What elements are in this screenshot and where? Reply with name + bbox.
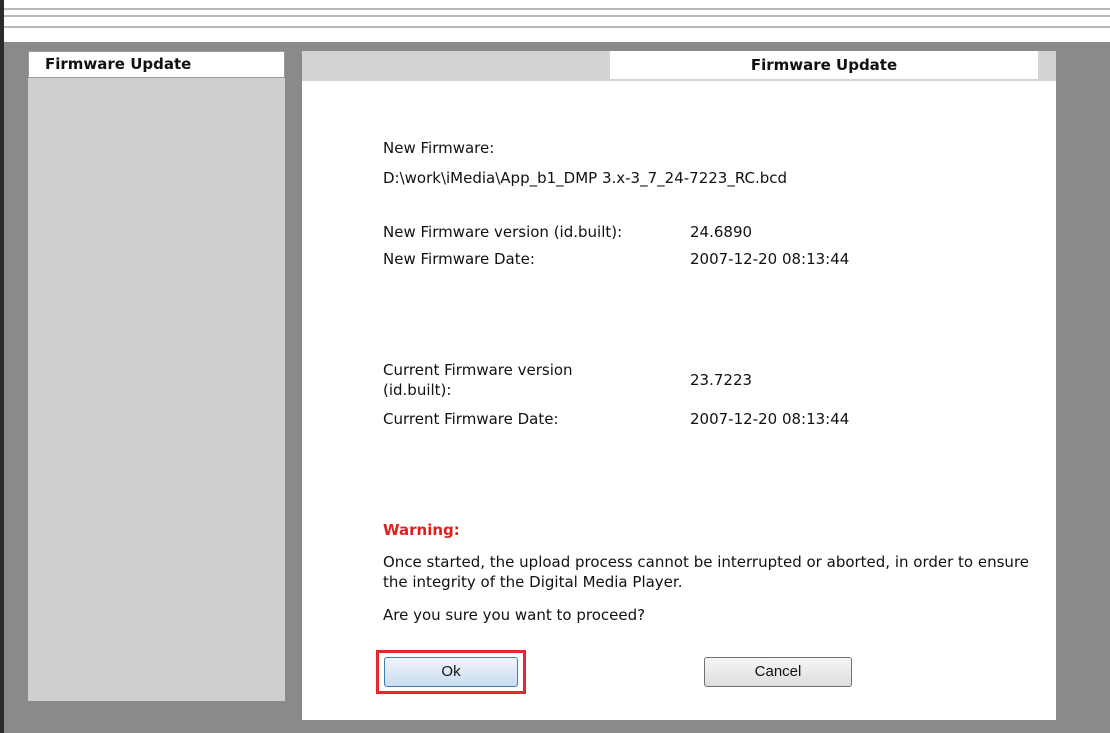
current-version-label: Current Firmware version [383,361,573,379]
warning-title: Warning: [383,521,460,539]
top-divider [4,15,1110,17]
new-version-value: 24.6890 [690,223,753,241]
new-version-label: New Firmware version (id.built): [383,223,623,241]
new-firmware-label: New Firmware: [383,139,495,157]
main-header: Firmware Update [302,51,1056,81]
current-version-value: 23.7223 [690,371,753,389]
warning-message: Once started, the upload process cannot … [383,553,1030,591]
new-firmware-path: D:\work\iMedia\App_b1_DMP 3.x-3_7_24-722… [383,169,788,187]
top-bar [4,0,1110,42]
current-date-value: 2007-12-20 08:13:44 [690,410,850,428]
confirm-question: Are you sure you want to proceed? [383,606,646,624]
sidebar-header: Firmware Update [28,51,285,78]
current-date-label: Current Firmware Date: [383,410,559,428]
new-date-value: 2007-12-20 08:13:44 [690,250,850,268]
cancel-button[interactable]: Cancel [704,657,852,687]
tab-firmware-update: Firmware Update [610,51,1038,79]
sidebar: Firmware Update [28,51,285,701]
ok-button[interactable]: Ok [384,657,518,687]
current-version-label-suffix: (id.built): [383,381,452,399]
new-date-label: New Firmware Date: [383,250,535,268]
top-divider [4,8,1110,10]
window-left-border [0,0,4,733]
top-divider [4,26,1110,28]
